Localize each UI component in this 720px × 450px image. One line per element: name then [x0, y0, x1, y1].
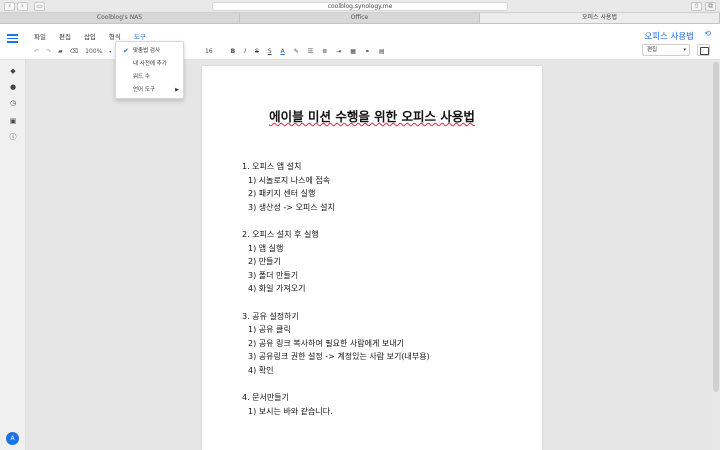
redo-icon[interactable]: ↷ [46, 48, 51, 55]
history-icon[interactable]: ◷ [8, 98, 18, 108]
sidebar-toggle-icon[interactable]: ▭ [34, 2, 45, 11]
list-item: 2) 만들기 [248, 257, 281, 267]
document-page[interactable]: 에이블 미션 수행을 위한 오피스 사용법 1. 오피스 앱 설치 1) 시놀로… [202, 66, 542, 450]
mode-select-value: 편집 [647, 47, 658, 53]
forward-icon[interactable]: › [17, 2, 28, 11]
browser-tab-active[interactable]: 오피스 사용법 [480, 13, 720, 23]
menu-format[interactable]: 형식 [109, 31, 121, 41]
hamburger-menu-icon[interactable] [7, 32, 18, 43]
lock-icon[interactable]: ▣ [8, 116, 18, 126]
list-item: 2) 공유 링크 복사하여 필요한 사람에게 보내기 [248, 338, 404, 348]
tabs-overview-icon[interactable]: ⧉ [705, 2, 716, 11]
side-panel-icon[interactable] [697, 44, 710, 56]
app-header: 파일 편집 삽입 형식 도구 ↶ ↷ ▰ ⌫ 100% ▾ 16 B I S S… [0, 24, 720, 60]
chevron-down-icon: ▾ [109, 48, 112, 54]
list-item: 3) 생산성 -> 오피스 설치 [248, 202, 335, 212]
tools-dropdown: ✔ 맞춤법 검사 내 사전에 추가 워드 수 언어 도구 ▶ [115, 41, 184, 99]
document-body[interactable]: 1. 오피스 앱 설치 1) 시놀로지 나스에 접속 2) 패키지 센터 실행 … [242, 160, 430, 418]
font-size-select[interactable]: 16 [205, 48, 213, 55]
bold-button[interactable]: B [231, 48, 236, 55]
clear-format-icon[interactable]: ⌫ [70, 48, 78, 55]
menu-insert[interactable]: 삽입 [84, 31, 96, 41]
share-browser-icon[interactable]: ⇧ [691, 2, 702, 11]
avatar[interactable]: A [6, 432, 19, 445]
share-icon[interactable]: ⟲ [704, 29, 711, 38]
menu-item-add-to-dictionary[interactable]: 내 사전에 추가 [116, 58, 185, 71]
menu-item-spellcheck[interactable]: ✔ 맞춤법 검사 [116, 45, 185, 58]
toolbar-right: 16 B I S S A ✎ ☰ ≣ ⇥ ▦ ⚭ ▤ [205, 46, 385, 56]
list-item: 1. 오피스 앱 설치 [242, 162, 302, 171]
list-item: 3) 공유링크 권한 설정 -> 계정있는 사람 보기(내부용) [248, 352, 430, 362]
paint-format-icon[interactable]: ▰ [58, 48, 63, 55]
document-title[interactable]: 에이블 미션 수행을 위한 오피스 사용법 [202, 106, 542, 125]
menu-edit[interactable]: 편집 [59, 31, 71, 41]
list-item: 3) 폴더 만들기 [248, 270, 299, 280]
doc-title[interactable]: 오피스 사용법 [644, 30, 694, 42]
list-item: 4) 화일 가져오기 [248, 284, 306, 294]
list-icon[interactable]: ≣ [322, 48, 327, 55]
align-icon[interactable]: ☰ [308, 48, 313, 55]
menu-item-label: 내 사전에 추가 [133, 61, 167, 67]
mode-select[interactable]: 편집 ▾ [642, 44, 690, 56]
link-icon[interactable]: ⚭ [365, 48, 370, 55]
menu-item-language-tools[interactable]: 언어 도구 ▶ [116, 84, 185, 97]
vertical-scrollbar[interactable] [712, 60, 720, 450]
menu-item-label: 맞춤법 검사 [133, 48, 161, 54]
tag-icon[interactable]: ◆ [8, 66, 18, 76]
menu-tools[interactable]: 도구 [134, 31, 146, 41]
chevron-down-icon: ▾ [683, 47, 686, 53]
list-item: 1) 앱 실행 [248, 243, 284, 253]
italic-button[interactable]: I [244, 48, 246, 55]
check-icon: ✔ [123, 47, 129, 55]
list-item: 1) 공유 클릭 [248, 325, 291, 335]
document-title-text: 에이블 미션 수행을 위한 오피스 사용법 [269, 109, 475, 124]
comment-icon[interactable]: ▤ [379, 48, 385, 55]
list-item: 2) 패키지 센터 실행 [248, 189, 316, 199]
list-item: 4. 문서만들기 [242, 393, 289, 403]
browser-chrome: ‹ › ▭ coolblog.synology.me ⇧ ⧉ [0, 0, 720, 13]
highlight-icon[interactable]: ✎ [294, 48, 299, 55]
toolbar-left: ↶ ↷ ▰ ⌫ 100% ▾ [34, 46, 111, 56]
indent-icon[interactable]: ⇥ [336, 48, 341, 55]
menu-item-label: 언어 도구 [133, 87, 155, 93]
browser-tabs: Coolblog's NAS Office 오피스 사용법 [0, 13, 720, 24]
menubar: 파일 편집 삽입 형식 도구 [34, 31, 146, 41]
info-icon[interactable]: ⓘ [8, 132, 18, 142]
menu-file[interactable]: 파일 [34, 31, 46, 41]
list-item: 1) 보시는 바와 같습니다. [248, 406, 333, 416]
menu-item-word-count[interactable]: 워드 수 [116, 71, 185, 84]
add-user-icon[interactable]: ● [8, 82, 18, 92]
text-color-button[interactable]: A [281, 48, 285, 55]
menu-item-label: 워드 수 [133, 74, 150, 80]
browser-tab[interactable]: Office [240, 13, 480, 23]
list-item: 2. 오피스 설치 후 실행 [242, 229, 319, 239]
list-item: 1) 시놀로지 나스에 접속 [248, 175, 331, 185]
browser-nav: ‹ › ▭ [4, 2, 45, 11]
browser-tab[interactable]: Coolblog's NAS [0, 13, 240, 23]
undo-icon[interactable]: ↶ [34, 48, 39, 55]
address-bar[interactable]: coolblog.synology.me [212, 2, 508, 11]
scrollbar-thumb[interactable] [713, 62, 719, 392]
left-rail: ◆ ● ◷ ▣ ⓘ [0, 60, 26, 450]
chevron-right-icon: ▶ [175, 87, 179, 93]
strikethrough-button[interactable]: S [255, 48, 259, 55]
list-item: 3. 공유 설정하기 [242, 311, 299, 321]
table-icon[interactable]: ▦ [350, 48, 356, 55]
underline-button[interactable]: S [268, 48, 272, 55]
list-item: 4) 확인 [248, 365, 274, 375]
zoom-select[interactable]: 100% [85, 48, 102, 55]
back-icon[interactable]: ‹ [4, 2, 15, 11]
